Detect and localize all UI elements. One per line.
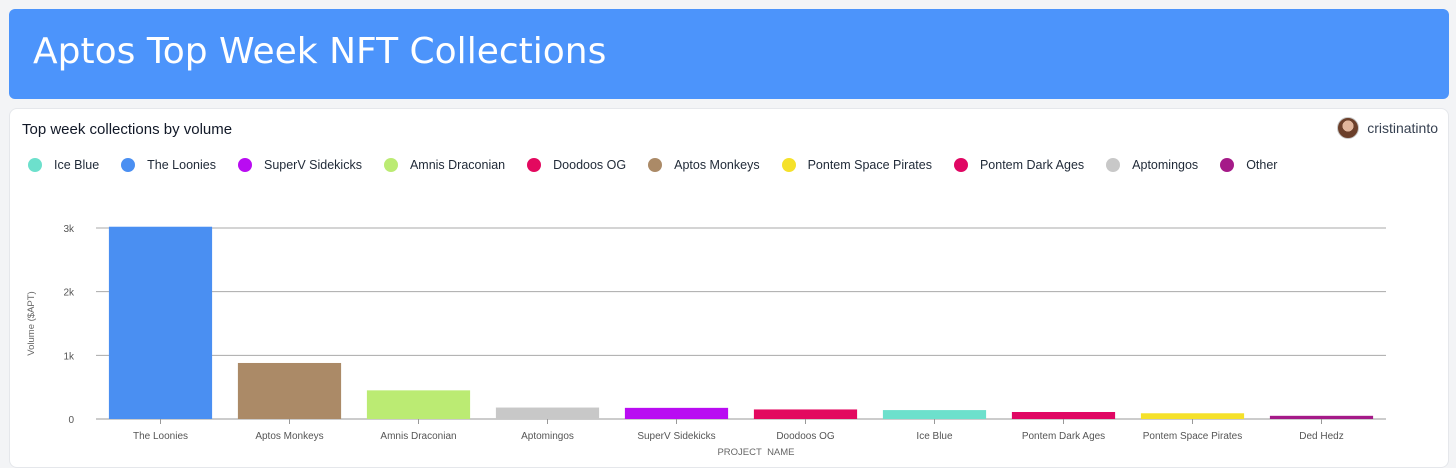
page-title: Aptos Top Week NFT Collections — [33, 31, 607, 72]
x-tick-label: Ice Blue — [916, 431, 953, 442]
bar — [1011, 411, 1116, 419]
bar — [1140, 413, 1245, 419]
x-tick-label: SuperV Sidekicks — [637, 431, 715, 442]
x-tick-label: Aptomingos — [521, 431, 574, 442]
x-tick-label: Aptos Monkeys — [255, 431, 323, 442]
x-tick-label: The Loonies — [133, 431, 188, 442]
y-tick-label: 2k — [63, 288, 75, 299]
y-axis-title: Volume ($APT) — [26, 291, 37, 355]
chart-card: Top week collections by volume cristinat… — [9, 108, 1449, 468]
bar — [495, 407, 600, 419]
page-header: Aptos Top Week NFT Collections — [9, 9, 1449, 99]
x-tick-label: Ded Hedz — [1299, 431, 1343, 442]
bar — [366, 390, 471, 419]
x-tick-label: Pontem Dark Ages — [1022, 431, 1105, 442]
x-tick-label: Amnis Draconian — [380, 431, 456, 442]
bar — [108, 226, 213, 419]
bar-chart: 0 1k 2k 3k The Loonies Aptos Monkeys Amnis Dra… — [26, 224, 1386, 455]
bar — [624, 407, 729, 419]
bar — [237, 362, 342, 419]
y-tick-label: 1k — [63, 351, 75, 362]
bar — [1269, 415, 1374, 419]
y-tick-label: 0 — [68, 415, 74, 426]
y-tick-label: 3k — [63, 224, 75, 235]
x-tick-label: Doodoos OG — [776, 431, 835, 442]
bar — [753, 409, 858, 419]
bar — [882, 410, 987, 419]
x-tick-label: Pontem Space Pirates — [1143, 431, 1243, 442]
